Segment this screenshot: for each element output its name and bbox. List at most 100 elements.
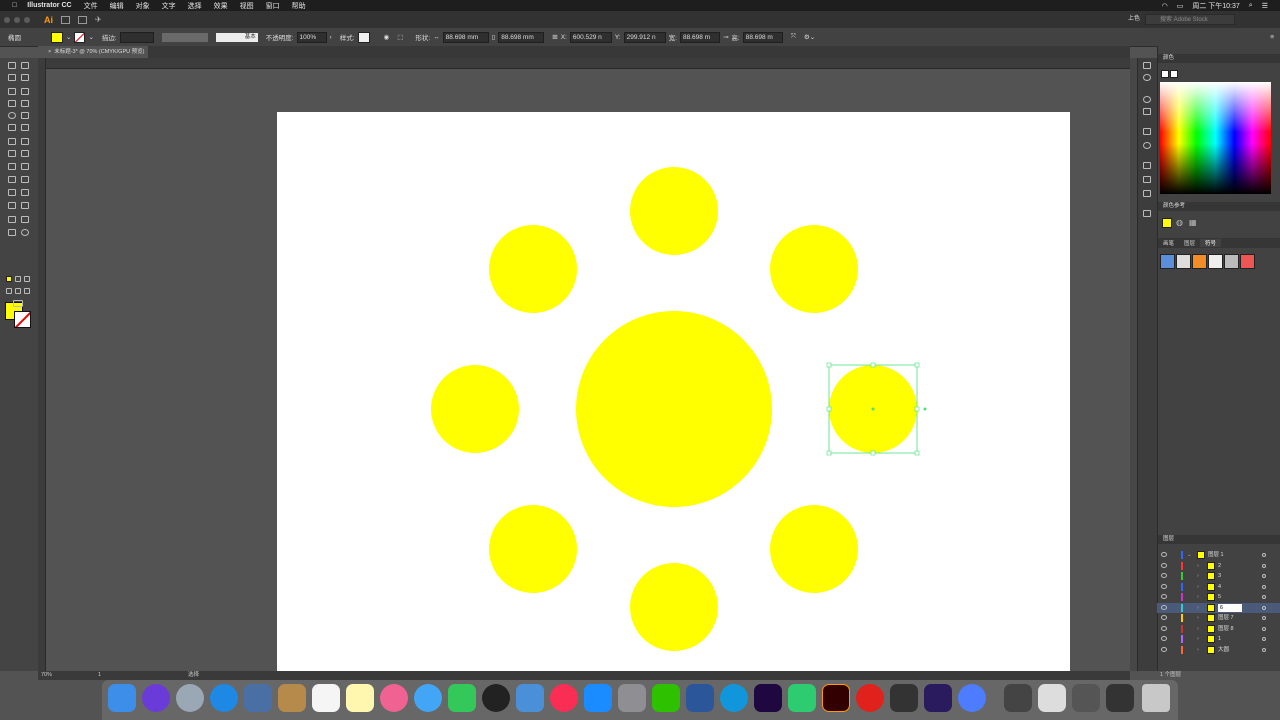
- layer-row[interactable]: › 图层 8: [1157, 624, 1280, 634]
- arrange-documents-icon[interactable]: [78, 15, 87, 24]
- target-icon[interactable]: [1262, 605, 1266, 610]
- battery-icon[interactable]: ▭: [1177, 2, 1184, 10]
- menu-view[interactable]: 视图: [240, 1, 254, 11]
- constrain-icon[interactable]: ⊸: [723, 33, 728, 41]
- stroke-swatch[interactable]: [74, 31, 86, 43]
- base-color-swatch[interactable]: [1162, 218, 1172, 228]
- tab-graphic-styles[interactable]: 图层: [1179, 239, 1200, 247]
- curvature-tool-icon[interactable]: [21, 88, 29, 95]
- layer-name[interactable]: 4: [1218, 582, 1221, 592]
- quicktime-icon[interactable]: [958, 684, 986, 712]
- vertical-scrollbar[interactable]: [1130, 58, 1137, 671]
- target-icon[interactable]: [1262, 553, 1266, 557]
- visibility-eye-icon[interactable]: [1161, 615, 1167, 620]
- target-icon[interactable]: [1262, 574, 1266, 578]
- browser-icon[interactable]: [720, 684, 748, 712]
- netease-music-icon[interactable]: [856, 684, 884, 712]
- pen-tool-icon[interactable]: [8, 88, 16, 95]
- none-color-swatch[interactable]: [1161, 70, 1169, 78]
- layer-row[interactable]: › 6: [1157, 602, 1280, 613]
- menu-type[interactable]: 文字: [162, 1, 176, 11]
- target-icon[interactable]: [1262, 647, 1266, 652]
- menu-select[interactable]: 选择: [188, 1, 202, 11]
- opacity-label[interactable]: 不透明度:: [266, 32, 294, 42]
- fill-swatch[interactable]: [51, 31, 63, 43]
- mesh-tool-icon[interactable]: [8, 176, 16, 183]
- layer-name[interactable]: 2: [1218, 561, 1221, 571]
- expand-arrow-icon[interactable]: ›: [1197, 613, 1199, 623]
- target-icon[interactable]: [1262, 584, 1266, 589]
- panel-menu-icon[interactable]: ≡: [1270, 34, 1274, 41]
- minimize-window-button[interactable]: [14, 16, 20, 23]
- line-tool-icon[interactable]: [21, 100, 29, 107]
- shaper-tool-icon[interactable]: [8, 124, 16, 131]
- media-player-icon[interactable]: [788, 684, 816, 712]
- wechat-icon[interactable]: [652, 684, 680, 712]
- tab-brushes[interactable]: 画笔: [1158, 239, 1179, 247]
- layer-row[interactable]: › 5: [1157, 592, 1280, 602]
- horizontal-ruler[interactable]: [45, 58, 1130, 69]
- align-panel-icon[interactable]: [1143, 176, 1151, 183]
- circle-bottom-left[interactable]: [489, 505, 577, 593]
- symbol-thumbnail[interactable]: [1176, 254, 1191, 269]
- menu-window[interactable]: 窗口: [266, 1, 280, 11]
- photos-icon[interactable]: [380, 684, 408, 712]
- resize-handle[interactable]: [826, 406, 832, 412]
- resize-handle[interactable]: [826, 362, 832, 368]
- current-tool-status[interactable]: 选择: [188, 671, 199, 680]
- link-icon[interactable]: ▯: [492, 33, 496, 41]
- none-mode-icon[interactable]: [24, 276, 30, 282]
- color-groups-icon[interactable]: ▦: [1189, 218, 1197, 227]
- layer-row[interactable]: › 4: [1157, 582, 1280, 592]
- target-icon[interactable]: [1262, 637, 1266, 641]
- visibility-eye-icon[interactable]: [1161, 625, 1167, 631]
- zoom-level[interactable]: 70%: [41, 671, 52, 680]
- layer-name[interactable]: 图层 1: [1208, 550, 1224, 560]
- clock[interactable]: 周二 下午10:37: [1192, 1, 1239, 11]
- messages-icon[interactable]: [414, 684, 442, 712]
- info-icon[interactable]: [1143, 74, 1151, 81]
- artboard-tool-icon[interactable]: [8, 216, 16, 223]
- recent-window-thumbnail[interactable]: [1072, 684, 1100, 712]
- swatches-icon[interactable]: [1143, 128, 1151, 135]
- preview-icon[interactable]: [244, 684, 272, 712]
- layer-name[interactable]: 1: [1218, 634, 1221, 644]
- recent-window-thumbnail[interactable]: [1038, 684, 1066, 712]
- expand-arrow-icon[interactable]: ›: [1197, 582, 1199, 592]
- notes-icon[interactable]: [346, 684, 374, 712]
- circle-bottom-right[interactable]: [770, 505, 858, 593]
- wifi-icon[interactable]: ◠: [1162, 2, 1168, 10]
- circle-top-right[interactable]: [770, 225, 858, 313]
- color-guide-title[interactable]: 颜色参考: [1158, 202, 1280, 211]
- export-icon[interactable]: [1143, 210, 1151, 217]
- recolor-icon[interactable]: ◉: [384, 33, 390, 41]
- reference-point-icon[interactable]: ⊞: [552, 33, 557, 41]
- type-tool-icon[interactable]: [8, 100, 16, 107]
- bridge-icon[interactable]: [61, 15, 70, 24]
- recent-window-thumbnail[interactable]: [1004, 684, 1032, 712]
- chevron-down-icon[interactable]: ⌄: [66, 33, 71, 41]
- expand-arrow-icon[interactable]: ›: [1197, 624, 1199, 634]
- color-mode-icon[interactable]: [6, 276, 12, 282]
- layer-name[interactable]: 大圆: [1218, 645, 1229, 655]
- layer-name[interactable]: 6: [1218, 603, 1242, 612]
- hand-tool-icon[interactable]: [8, 229, 16, 236]
- tab-symbols[interactable]: 符号: [1200, 239, 1222, 247]
- chevron-down-icon[interactable]: ⌄: [88, 33, 93, 41]
- chevron-right-icon[interactable]: ›: [330, 34, 332, 41]
- resize-handle[interactable]: [870, 362, 876, 368]
- illustrator-icon[interactable]: [822, 684, 850, 712]
- w-field[interactable]: 88.698 m: [679, 31, 720, 43]
- motion-icon[interactable]: [924, 684, 952, 712]
- circle-bottom[interactable]: [630, 563, 718, 651]
- visibility-eye-icon[interactable]: [1161, 562, 1167, 568]
- close-window-button[interactable]: [4, 16, 10, 23]
- transform-icon[interactable]: ⤧: [791, 33, 796, 41]
- target-icon[interactable]: [1262, 616, 1266, 620]
- slice-tool-icon[interactable]: [21, 216, 29, 223]
- menu-file[interactable]: 文件: [84, 1, 98, 11]
- color-icon[interactable]: [1143, 96, 1151, 103]
- app-store-icon[interactable]: [584, 684, 612, 712]
- color-spectrum[interactable]: [1160, 82, 1271, 194]
- stroke-color-swatch[interactable]: [14, 311, 31, 328]
